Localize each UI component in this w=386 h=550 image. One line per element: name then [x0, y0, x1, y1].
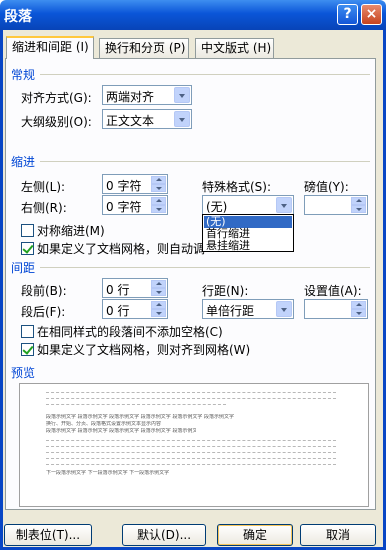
line-spacing-label: 行距(N): [202, 284, 249, 298]
preview-text-line: 换行、开始、分页、段落格式设置示例文本显示内容 [46, 421, 162, 427]
preview-next-line [46, 446, 336, 449]
space-after-label: 段后(F): [21, 305, 66, 319]
left-indent-spinner[interactable]: 0 字符 [102, 174, 168, 194]
set-default-button[interactable]: 默认(D)... [122, 524, 206, 546]
spin-down-icon[interactable] [351, 205, 366, 213]
right-indent-label: 右侧(R): [21, 201, 67, 215]
chevron-down-icon [174, 111, 190, 127]
preview-prev-line [46, 392, 336, 395]
spin-up-icon[interactable] [151, 176, 166, 184]
title-bar: 段落 ? × [0, 0, 386, 30]
spacing-separator [40, 267, 370, 268]
space-before-spinner[interactable]: 0 行 [102, 278, 168, 298]
spin-down-icon[interactable] [151, 309, 166, 317]
alignment-select[interactable]: 两端对齐 [102, 85, 192, 105]
snap-to-grid-label: 如果定义了文档网格，则对齐到网格(W) [37, 343, 251, 357]
special-indent-label: 特殊格式(S): [202, 180, 272, 194]
help-icon: ? [343, 6, 352, 22]
window-title: 段落 [4, 9, 32, 25]
left-indent-label: 左侧(L): [21, 180, 66, 194]
spin-down-icon[interactable] [151, 205, 166, 213]
general-separator [40, 74, 370, 75]
spin-up-icon[interactable] [151, 301, 166, 309]
preview-heading: 预览 [11, 366, 36, 380]
cancel-button[interactable]: 取消 [300, 524, 376, 546]
space-before-value: 0 行 [106, 283, 130, 297]
spacing-heading: 间距 [11, 261, 36, 275]
tab-stops-button[interactable]: 制表位(T)... [4, 524, 92, 546]
special-indent-select[interactable]: (无) [202, 195, 294, 215]
auto-adjust-grid-checkbox[interactable] [21, 242, 34, 255]
line-spacing-value: 单倍行距 [206, 304, 255, 318]
special-indent-dropdown-list: (无) 首行缩进 悬挂缩进 [202, 214, 294, 252]
tab-line-page-breaks[interactable]: 换行和分页 (P) [99, 38, 189, 58]
spin-up-icon[interactable] [151, 197, 166, 205]
no-space-same-style-checkbox[interactable] [21, 325, 34, 338]
line-spacing-select[interactable]: 单倍行距 [202, 299, 294, 319]
right-indent-value: 0 字符 [106, 200, 142, 214]
indent-by-label: 磅值(Y): [304, 180, 349, 194]
ok-button[interactable]: 确定 [217, 524, 293, 546]
spacing-at-label: 设置值(A): [304, 284, 362, 298]
no-space-same-style-label: 在相同样式的段落间不添加空格(C) [37, 325, 223, 339]
indent-separator [40, 161, 370, 162]
mirror-indent-checkbox[interactable] [21, 224, 34, 237]
alignment-label: 对齐方式(G): [21, 91, 92, 105]
indent-heading: 缩进 [11, 155, 36, 169]
alignment-value: 两端对齐 [106, 90, 155, 104]
spin-up-icon[interactable] [151, 280, 166, 288]
spin-down-icon[interactable] [151, 184, 166, 192]
general-heading: 常规 [11, 68, 36, 82]
dropdown-option-hanging[interactable]: 悬挂缩进 [204, 240, 292, 252]
chevron-down-icon [276, 197, 292, 213]
preview-next-line [46, 440, 336, 443]
preview-next-line [46, 458, 336, 461]
space-before-label: 段前(B): [21, 284, 67, 298]
preview-text-line: 段落示例文字 段落示例文字 段落示例文字 段落示例文字 段落示例文字 段落示例文… [46, 414, 234, 420]
left-indent-value: 0 字符 [106, 179, 142, 193]
space-after-spinner[interactable]: 0 行 [102, 299, 168, 319]
preview-box: 段落示例文字 段落示例文字 段落示例文字 段落示例文字 段落示例文字 段落示例文… [19, 383, 369, 507]
spacing-at-spinner[interactable] [304, 299, 368, 319]
chevron-down-icon [174, 87, 190, 103]
preview-next-line [46, 464, 336, 467]
preview-prev-line [46, 398, 336, 401]
tab-asian-typography[interactable]: 中文版式 (H) [195, 38, 274, 58]
preview-next-line [46, 452, 336, 455]
spin-up-icon[interactable] [351, 197, 366, 205]
space-after-value: 0 行 [106, 304, 130, 318]
snap-to-grid-checkbox[interactable] [21, 343, 34, 356]
tab-indent-spacing[interactable]: 缩进和间距 (I) [6, 36, 94, 59]
special-indent-value: (无) [206, 200, 228, 214]
preview-text-line: 段落示例文字 段落示例文字 段落示例文字 段落示例文字 段落示例文字 段落示例文… [46, 428, 196, 434]
outline-level-label: 大纲级别(O): [21, 115, 92, 129]
close-button[interactable]: × [361, 4, 382, 25]
close-icon: × [365, 6, 378, 22]
right-indent-spinner[interactable]: 0 字符 [102, 195, 168, 215]
spin-down-icon[interactable] [151, 288, 166, 296]
outline-level-value: 正文文本 [106, 114, 155, 128]
preview-prev-line [46, 404, 226, 407]
indent-by-spinner[interactable] [304, 195, 368, 215]
chevron-down-icon [276, 301, 292, 317]
mirror-indent-label: 对称缩进(M) [37, 224, 105, 238]
preview-text-line: 下一段落示例文字 下一段落示例文字 下一段落示例文字 [46, 470, 170, 476]
spin-up-icon[interactable] [351, 301, 366, 309]
spin-down-icon[interactable] [351, 309, 366, 317]
outline-level-select[interactable]: 正文文本 [102, 109, 192, 129]
help-button[interactable]: ? [337, 4, 358, 25]
